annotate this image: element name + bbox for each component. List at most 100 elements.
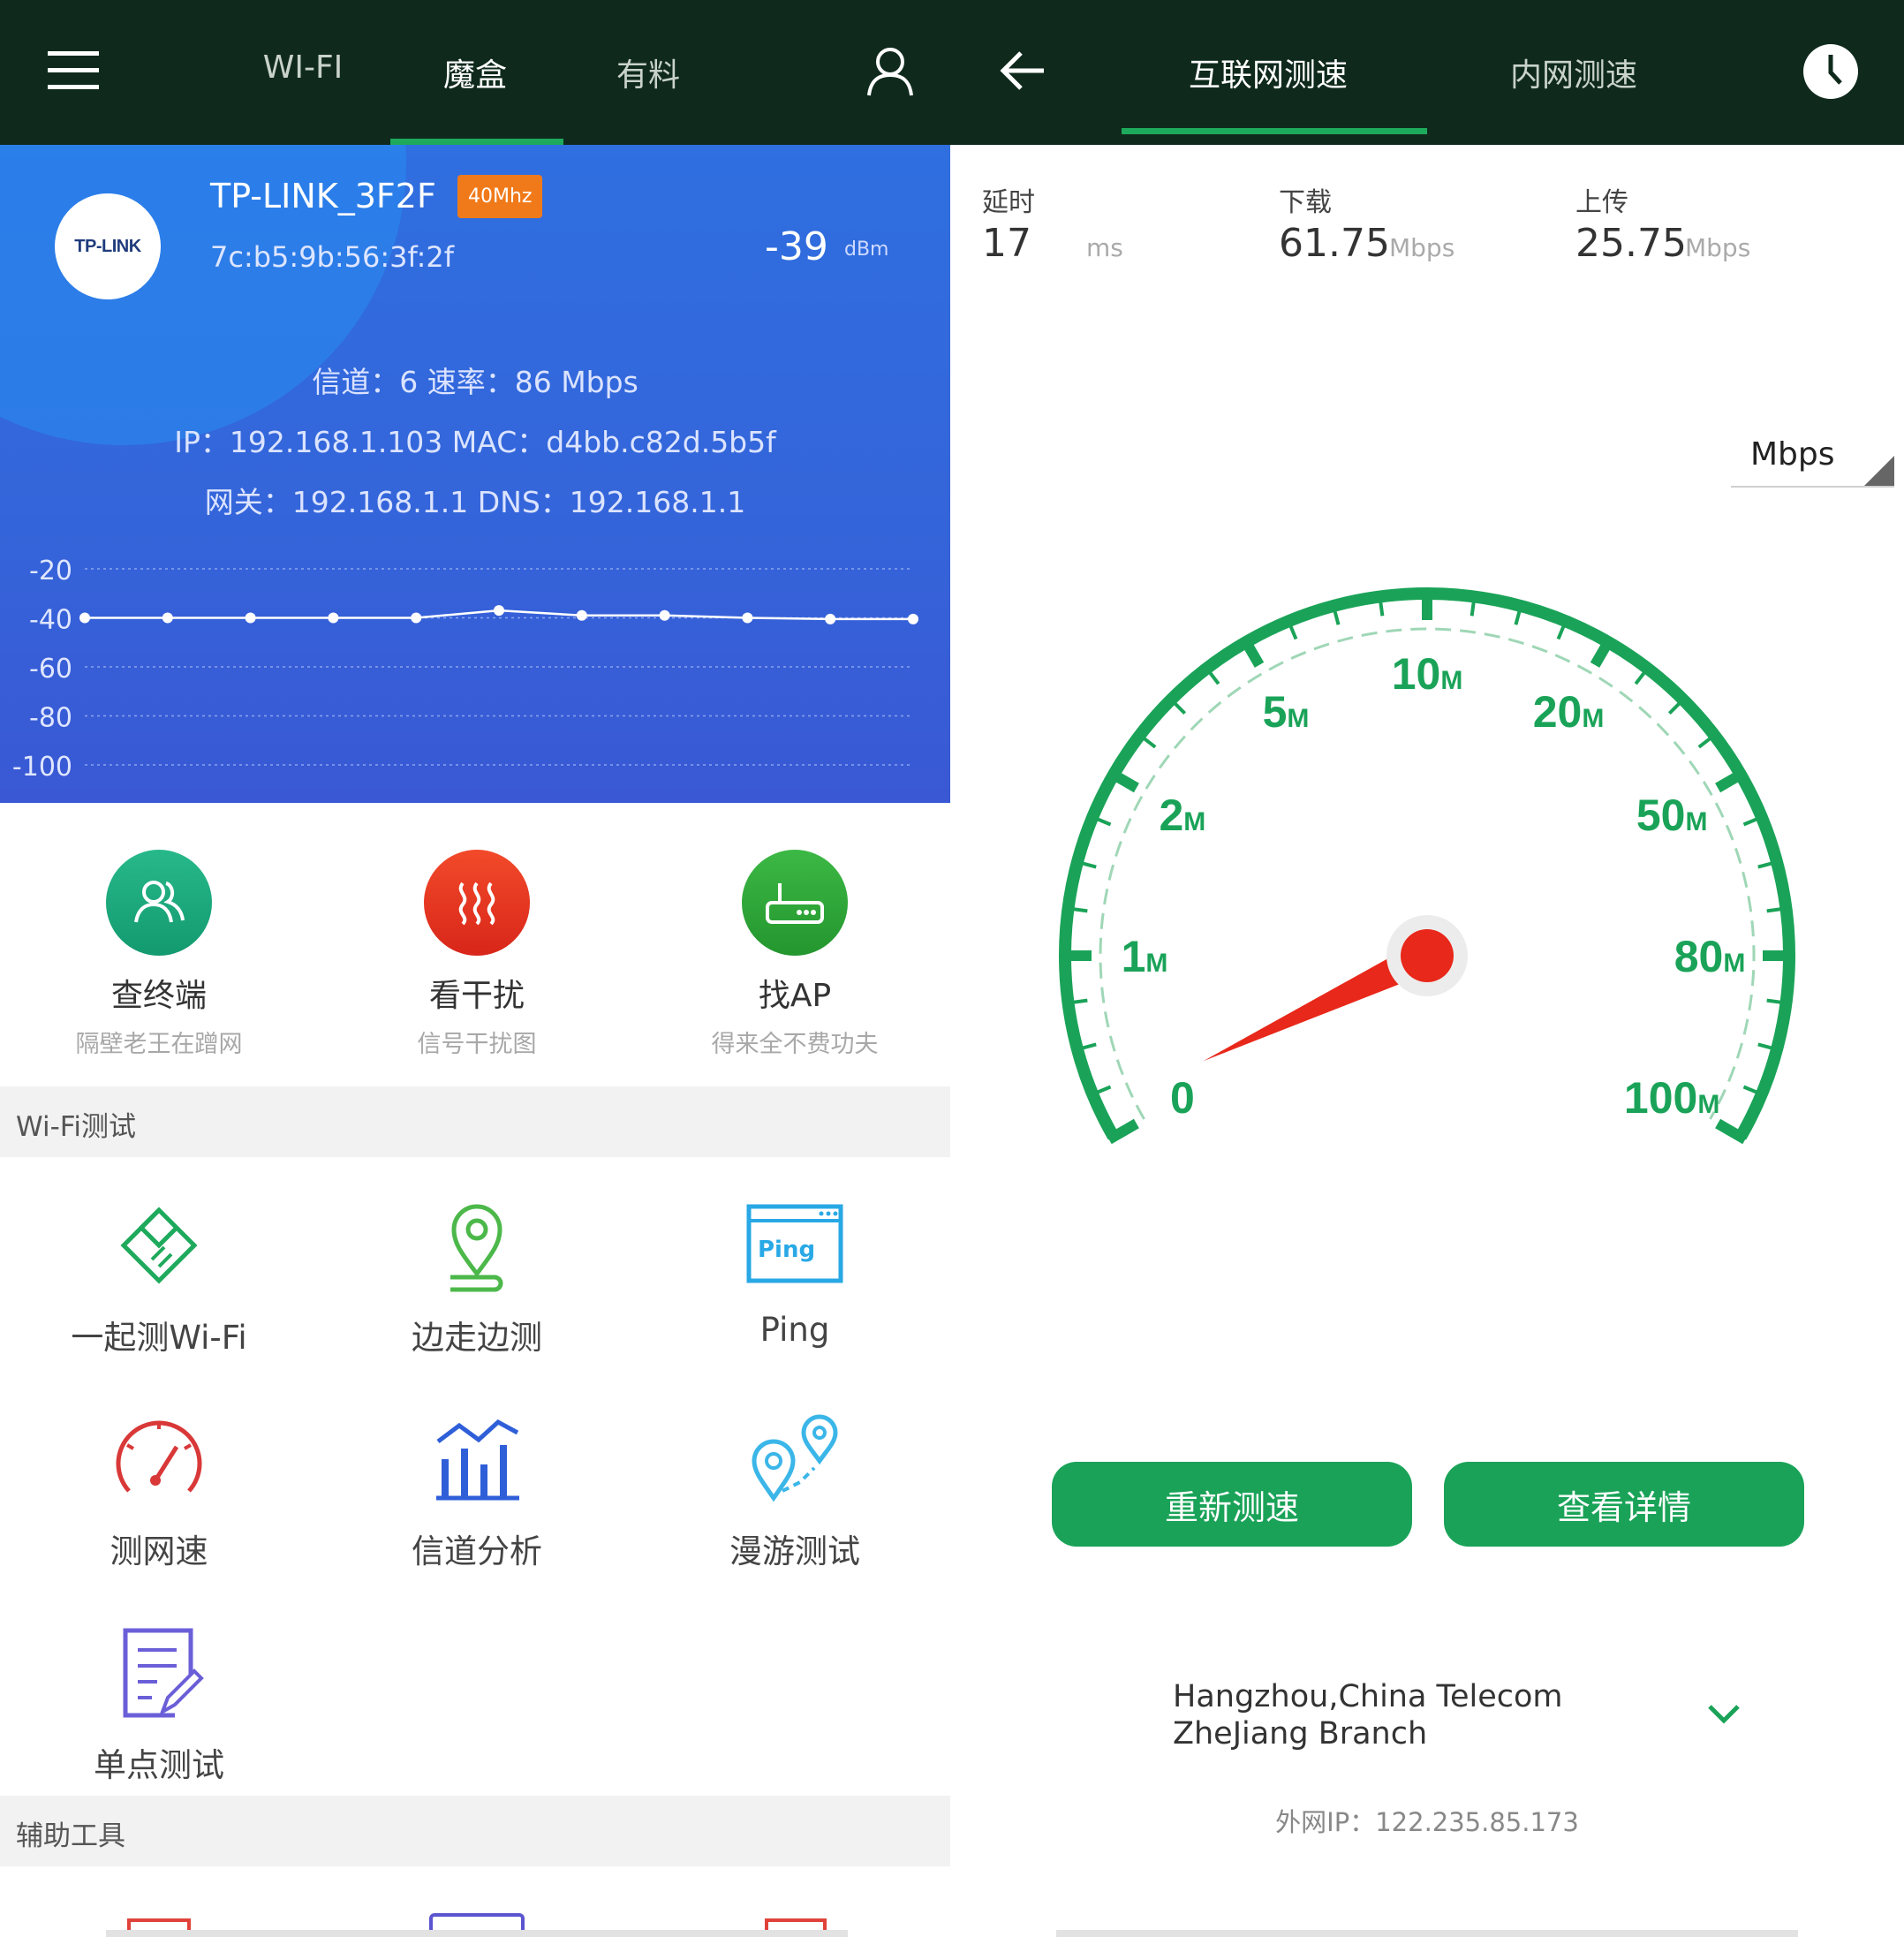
bssid: 7c:b5:9b:56:3f:2f	[210, 240, 455, 274]
feature-subtitle: 信号干扰图	[417, 1031, 537, 1058]
user-icon[interactable]	[865, 46, 915, 101]
gauge-minor-tick	[1082, 861, 1097, 869]
gauge-minor-tick	[1757, 1042, 1772, 1050]
unit-selector[interactable]: Mbps	[1731, 431, 1894, 488]
tool-roaming-test[interactable]: 漫游测试	[636, 1406, 950, 1572]
signal-history-chart: -20 -40 -60 -80 -100	[12, 556, 918, 783]
speed-test-panel: 互联网测速 内网测速 延时 17 ms 下载 61.75 Mbps 上传 25.…	[950, 0, 1904, 1937]
gauge-minor-tick	[1333, 610, 1341, 625]
upload-label: 上传	[1575, 187, 1628, 218]
section-wifi-test: Wi-Fi测试	[0, 1086, 950, 1157]
tool-label: 边走边测	[412, 1319, 542, 1357]
gauge-minor-tick	[1470, 602, 1476, 617]
roaming-pins-icon	[742, 1406, 848, 1512]
retest-button[interactable]: 重新测速	[1052, 1462, 1412, 1547]
latency-value: 17	[982, 221, 1031, 266]
tool-label: 漫游测试	[729, 1532, 860, 1570]
gauge-minor-tick	[1766, 907, 1781, 913]
tool-ping[interactable]: Ping Ping	[636, 1192, 950, 1349]
section-label: Wi-Fi测试	[16, 1111, 136, 1143]
test-server[interactable]: Hangzhou,China Telecom ZheJiang Branch	[1173, 1678, 1685, 1752]
speedometer-icon	[106, 1406, 212, 1512]
gauge-label: 5M	[1263, 687, 1310, 737]
feature-title: 看干扰	[428, 978, 525, 1014]
gauge-minor-tick	[1288, 624, 1298, 640]
tool-group-wifi-test[interactable]: 一起测Wi-Fi	[0, 1192, 318, 1358]
clock-icon[interactable]	[1802, 42, 1860, 104]
gauge-minor-tick	[1742, 817, 1758, 827]
tab-mohe[interactable]: 魔盒	[422, 49, 528, 95]
feature-subtitle: 隔壁老王在蹭网	[75, 1031, 243, 1058]
gauge-label: 20M	[1533, 687, 1605, 737]
gauge-minor-tick	[1742, 1085, 1758, 1094]
tool-walk-test[interactable]: 边走边测	[318, 1192, 636, 1358]
router-icon	[742, 850, 848, 956]
download-value: 61.75	[1279, 221, 1390, 266]
gauge-hub	[1401, 929, 1454, 982]
y-tick-label: -40	[29, 605, 72, 636]
current-wifi-card[interactable]: TP-LINK TP-LINK_3F2F 40Mhz 7c:b5:9b:56:3…	[0, 145, 950, 803]
gauge-minor-tick	[1697, 737, 1711, 749]
feature-interference[interactable]: 看干扰 信号干扰图	[318, 850, 636, 1059]
gauge-minor-tick	[1667, 701, 1681, 715]
gauge-minor-tick	[1556, 624, 1566, 640]
section-label: 辅助工具	[16, 1820, 125, 1852]
signal-point	[825, 613, 836, 624]
signal-point	[494, 605, 504, 617]
section-aux-tools: 辅助工具	[0, 1796, 950, 1866]
y-tick-label: -80	[29, 703, 72, 734]
signal-unit: dBm	[844, 238, 889, 261]
gauge-minor-tick	[1073, 998, 1088, 1004]
tool-channel-analysis[interactable]: 信道分析	[318, 1406, 636, 1572]
tool-speed-test[interactable]: 测网速	[0, 1406, 318, 1572]
scroll-fade	[106, 1930, 848, 1937]
tab-active-indicator	[1122, 128, 1427, 134]
view-details-button[interactable]: 查看详情	[1444, 1462, 1804, 1547]
dropdown-corner-icon	[1864, 456, 1894, 486]
unit-selector-value: Mbps	[1750, 436, 1835, 473]
gateway-dns-line: 网关：192.168.1.1 DNS：192.168.1.1	[204, 485, 746, 519]
gauge-minor-tick	[1757, 861, 1772, 869]
gauge-label: 2M	[1159, 791, 1205, 840]
y-tick-label: -100	[12, 752, 72, 783]
ssid: TP-LINK_3F2F	[210, 177, 436, 216]
gauge-minor-tick	[1096, 1085, 1112, 1094]
y-tick-label: -20	[29, 556, 72, 586]
upload-unit: Mbps	[1685, 233, 1751, 262]
bandwidth-badge: 40Mhz	[457, 175, 543, 218]
interference-icon	[424, 850, 530, 956]
single-test-doc-icon	[106, 1620, 212, 1726]
gauge-minor-tick	[1143, 737, 1157, 749]
tab-active-indicator	[390, 139, 563, 145]
tab-wifi[interactable]: WI-FI	[254, 49, 351, 86]
feature-find-ap[interactable]: 找AP 得来全不费功夫	[636, 850, 950, 1059]
signal-point	[576, 609, 587, 621]
feature-title: 查终端	[110, 978, 207, 1014]
tab-internet-speed[interactable]: 互联网测速	[1122, 49, 1415, 95]
menu-icon[interactable]	[48, 51, 99, 90]
tab-youliao[interactable]: 有料	[595, 49, 701, 95]
ping-icon-text: Ping	[758, 1237, 816, 1263]
signal-point	[908, 613, 918, 624]
feature-subtitle: 得来全不费功夫	[711, 1031, 879, 1058]
back-arrow-icon[interactable]	[998, 46, 1047, 99]
gauge-minor-tick	[1208, 671, 1220, 685]
tool-label: Ping	[759, 1311, 830, 1349]
gauge-minor-tick	[1082, 1042, 1097, 1050]
tab-lan-speed[interactable]: 内网测速	[1427, 49, 1720, 95]
tool-single-point-test[interactable]: 单点测试	[0, 1620, 318, 1786]
gauge-label: 1M	[1122, 932, 1168, 981]
latency-label: 延时	[982, 187, 1035, 218]
channel-rate-line: 信道：6 速率：86 Mbps	[312, 365, 638, 399]
chevron-down-icon[interactable]	[1706, 1701, 1742, 1729]
gauge-minor-tick	[1173, 701, 1187, 715]
external-ip: 外网IP：122.235.85.173	[1275, 1807, 1579, 1837]
latency-unit: ms	[1086, 233, 1123, 262]
gauge-minor-tick	[1073, 907, 1088, 913]
users-icon	[106, 850, 212, 956]
feature-find-devices[interactable]: 查终端 隔壁老王在蹭网	[0, 850, 318, 1059]
gauge-minor-tick	[1379, 602, 1385, 617]
signal-point	[328, 612, 339, 624]
gauge-label: 80M	[1674, 932, 1746, 981]
left-top-bar: WI-FI 魔盒 有料	[0, 0, 950, 145]
